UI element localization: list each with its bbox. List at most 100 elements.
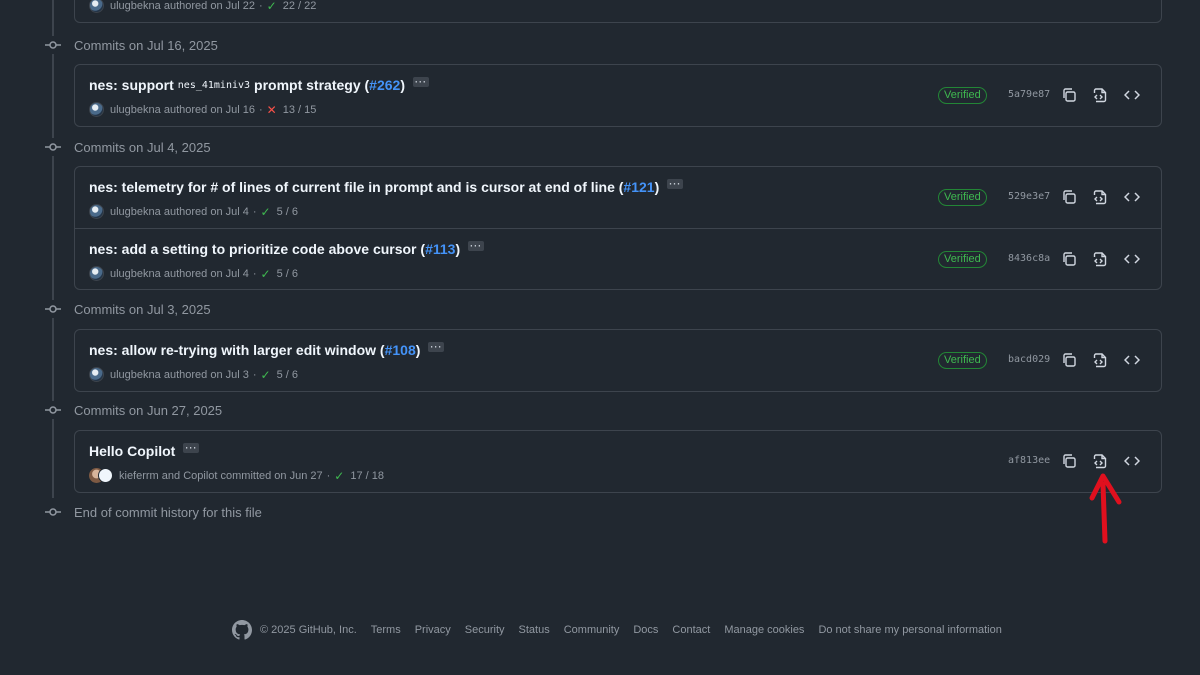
github-mark-icon[interactable] [232,620,252,640]
copy-sha-button[interactable] [1058,451,1080,473]
commit-sha[interactable]: 8436c8a [1008,253,1050,264]
copy-icon [1061,251,1077,270]
pr-link[interactable]: #262 [369,77,400,93]
commit-sha[interactable]: 5a79e87 [1008,89,1050,100]
avatar[interactable] [89,266,104,281]
verified-badge[interactable]: Verified [938,352,987,369]
commit-meta: kieferrm and Copilot committed on Jun 27… [89,468,384,483]
red-arrow-icon [1089,473,1122,544]
commit-row: nes: allow re-trying with larger edit wi… [75,330,1161,391]
browse-file-button[interactable] [1089,249,1111,271]
code-icon [1123,87,1141,106]
footer-link-status[interactable]: Status [519,624,550,636]
expand-message-button[interactable]: ··· [183,443,200,453]
check-status[interactable]: 5 / 6 [277,268,298,280]
footer-link-security[interactable]: Security [465,624,505,636]
copy-sha-button[interactable] [1058,85,1080,107]
git-commit-icon [44,36,62,54]
check-status[interactable]: 22 / 22 [283,0,317,12]
group-date: Commits on Jul 16, 2025 [74,37,218,53]
git-commit-icon [44,300,62,318]
author-name[interactable]: kieferrm and Copilot [119,470,217,482]
check-icon: ✓ [260,266,271,281]
commit-sha[interactable]: bacd029 [1008,354,1050,365]
footer: © 2025 GitHub, Inc. Terms Privacy Securi… [232,619,1016,641]
footer-link-contact[interactable]: Contact [672,624,710,636]
copy-sha-button[interactable] [1058,187,1080,209]
copy-icon [1061,352,1077,371]
verified-badge[interactable]: Verified [938,87,987,104]
pr-link[interactable]: #108 [385,342,416,358]
author-name[interactable]: ulugbekna [110,268,161,280]
commit-message[interactable]: nes: telemetry for # of lines of current… [89,179,623,195]
browse-file-button[interactable] [1089,350,1111,372]
browse-file-button[interactable] [1089,187,1111,209]
footer-link-privacy[interactable]: Privacy [415,624,451,636]
avatar[interactable] [89,102,104,117]
commit-message[interactable]: nes: support [89,77,174,93]
verified-badge[interactable]: Verified [938,189,987,206]
commit-sha[interactable]: af813ee [1008,455,1050,466]
commit-message[interactable]: nes: add a setting to prioritize code ab… [89,241,425,257]
verified-badge[interactable]: Verified [938,251,987,268]
expand-message-button[interactable]: ··· [412,77,429,87]
commit-title[interactable]: Hello Copilot ··· [89,443,200,459]
commit-title[interactable]: nes: telemetry for # of lines of current… [89,179,684,195]
expand-message-button[interactable]: ··· [667,179,684,189]
avatar[interactable] [89,367,104,382]
author-name[interactable]: ulugbekna [110,104,161,116]
browse-repo-button[interactable] [1121,85,1143,107]
commit-title[interactable]: nes: add a setting to prioritize code ab… [89,241,485,257]
author-name[interactable]: ulugbekna [110,369,161,381]
author-name[interactable]: ulugbekna [110,206,161,218]
authored-date: authored on Jul 16 [163,103,255,116]
commit-title[interactable]: nes: allow re-trying with larger edit wi… [89,342,445,358]
commit-row: Hello Copilot ··· kieferrm and Copilot c… [75,431,1161,492]
browse-repo-button[interactable] [1121,249,1143,271]
git-commit-icon [44,503,62,521]
authored-date: authored on Jul 4 [163,205,249,218]
avatar[interactable] [89,204,104,219]
check-status[interactable]: 5 / 6 [277,369,298,381]
browse-repo-button[interactable] [1121,350,1143,372]
avatar[interactable] [89,0,104,13]
footer-link-terms[interactable]: Terms [371,624,401,636]
commit-title[interactable]: nes: support nes_41miniv3 prompt strateg… [89,77,429,93]
commit-sha[interactable]: 529e3e7 [1008,191,1050,202]
authored-date: authored on Jul 4 [163,267,249,280]
commit-inline-code: nes_41miniv3 [177,79,251,91]
copy-icon [1061,453,1077,472]
pr-link[interactable]: #121 [623,179,654,195]
pr-link[interactable]: #113 [425,241,455,257]
code-icon [1123,251,1141,270]
author-name[interactable]: ulugbekna [110,0,161,12]
check-icon: ✓ [334,468,345,483]
check-status[interactable]: 13 / 15 [283,104,317,116]
commit-message-cont[interactable]: prompt strategy ( [254,77,369,93]
footer-link-community[interactable]: Community [564,624,620,636]
expand-message-button[interactable]: ··· [428,342,445,352]
check-status[interactable]: 17 / 18 [350,470,384,482]
check-icon: ✓ [260,204,271,219]
copy-sha-button[interactable] [1058,350,1080,372]
footer-link-manage-cookies[interactable]: Manage cookies [724,624,804,636]
commit-group: ulugbekna authored on Jul 22 · ✓ 22 / 22… [74,0,1162,23]
copilot-avatar [98,468,113,483]
footer-link-do-not-share[interactable]: Do not share my personal information [818,624,1001,636]
commit-group: nes: telemetry for # of lines of current… [74,166,1162,290]
footer-link-docs[interactable]: Docs [633,624,658,636]
commit-meta: ulugbekna authored on Jul 16 · ✕ 13 / 15 [89,102,316,117]
avatar-stack[interactable] [89,468,113,483]
end-of-history: End of commit history for this file [44,502,262,522]
commit-group: nes: allow re-trying with larger edit wi… [74,329,1162,392]
browse-file-button[interactable] [1089,85,1111,107]
commit-message[interactable]: Hello Copilot [89,443,175,459]
browse-repo-button[interactable] [1121,187,1143,209]
copy-sha-button[interactable] [1058,249,1080,271]
commit-group: Hello Copilot ··· kieferrm and Copilot c… [74,430,1162,493]
group-date: Commits on Jul 4, 2025 [74,139,211,155]
expand-message-button[interactable]: ··· [468,241,485,251]
check-status[interactable]: 5 / 6 [277,206,298,218]
commit-message[interactable]: nes: allow re-trying with larger edit wi… [89,342,385,358]
file-code-icon [1092,251,1108,270]
